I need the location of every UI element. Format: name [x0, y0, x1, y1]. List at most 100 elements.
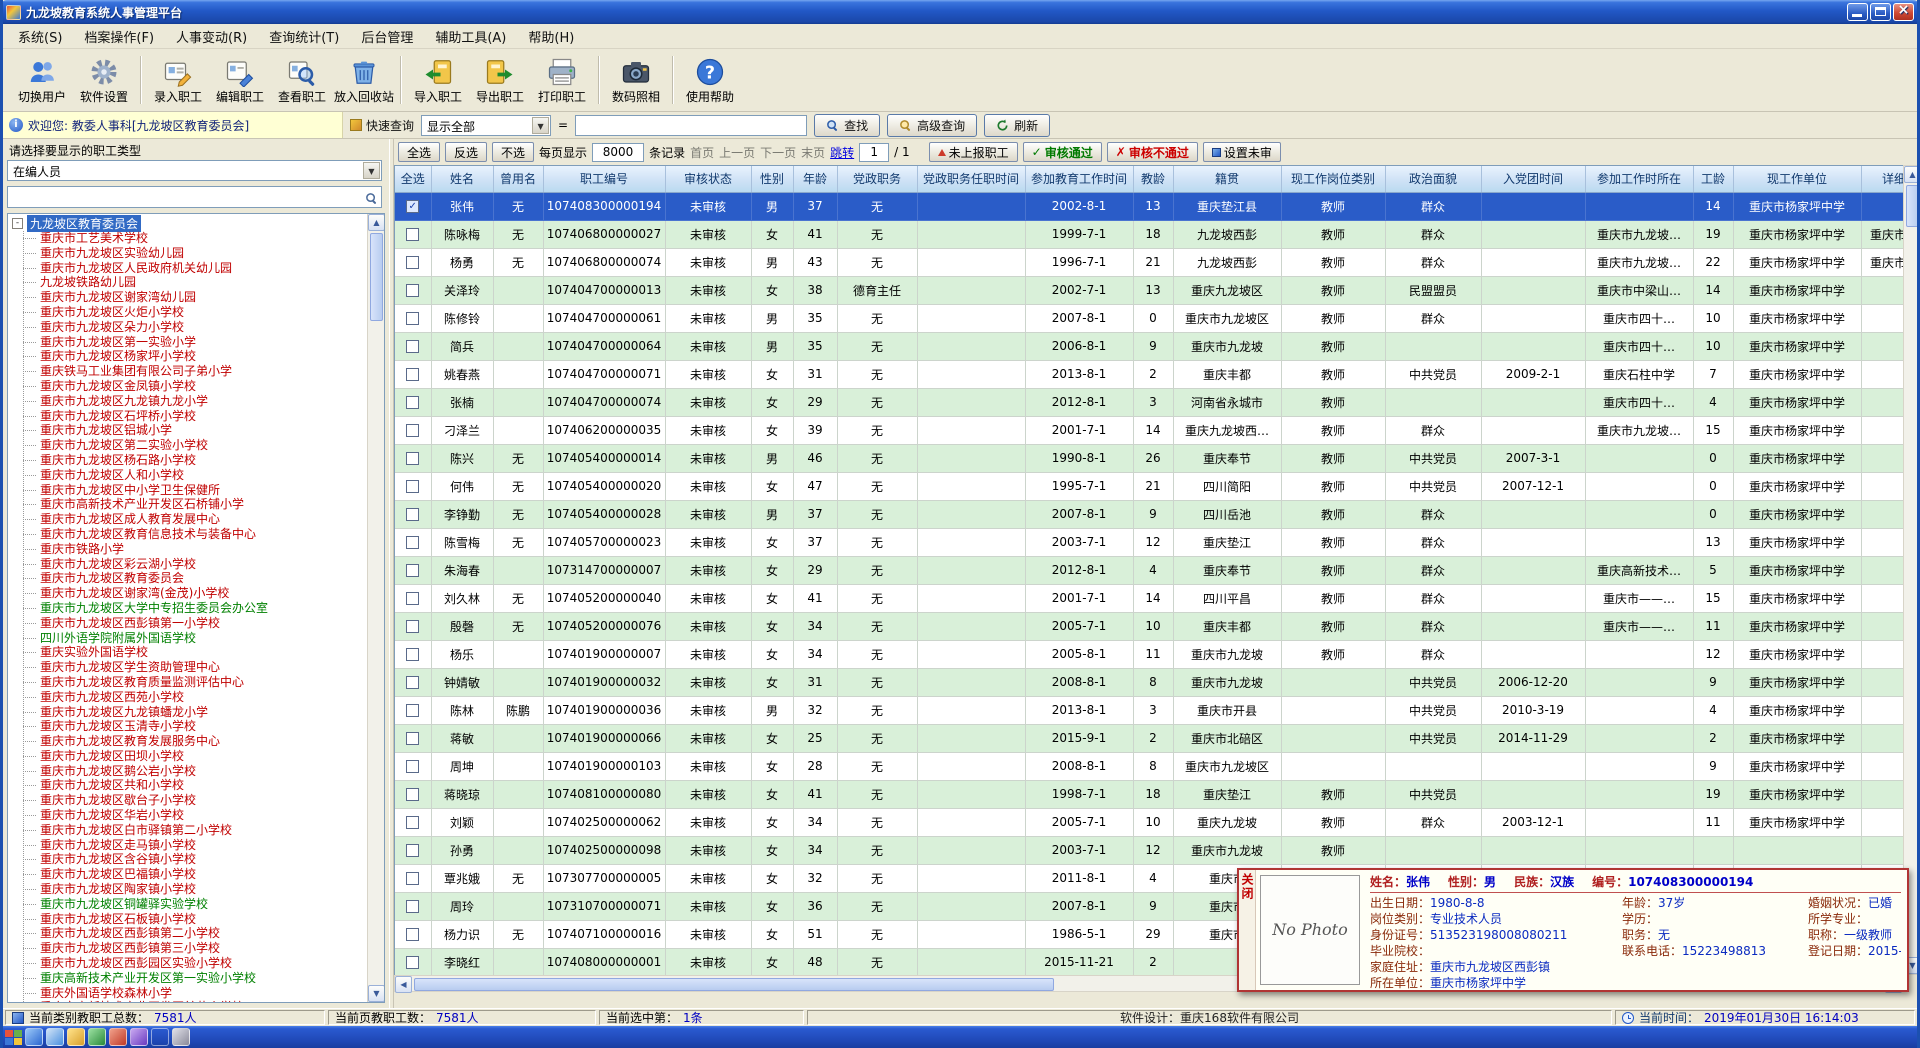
row-checkbox[interactable] [406, 340, 419, 353]
table-vertical-scrollbar[interactable]: ▲ ▼ [1903, 165, 1920, 975]
minimize-button[interactable] [1847, 3, 1868, 21]
media-player-icon[interactable] [88, 1028, 106, 1046]
menu-item-2[interactable]: 档案操作(F) [73, 24, 165, 49]
row-checkbox[interactable] [406, 564, 419, 577]
tree-item[interactable]: 重庆市九龙坡区彩云湖小学校 [10, 557, 367, 572]
table-row[interactable]: 杨勇无107406800000074未审核男43无1996-7-121九龙坡西彭… [395, 248, 1903, 276]
tree-item[interactable]: 重庆市工艺美术学校 [10, 231, 367, 246]
mail-icon[interactable] [46, 1028, 64, 1046]
table-row[interactable]: 简兵107404700000064未审核男35无2006-8-19重庆市九龙坡教… [395, 332, 1903, 360]
row-checkbox[interactable] [406, 452, 419, 465]
toolbar-button-switch-user[interactable]: 切换用户 [11, 55, 73, 105]
column-header[interactable]: 姓名 [431, 166, 493, 192]
tree-item[interactable]: 重庆市九龙坡区谢家湾(金茂)小学校 [10, 586, 367, 601]
tree-item[interactable]: 重庆市九龙坡区西彭镇第一小学校 [10, 616, 367, 631]
table-row[interactable]: 刁泽兰107406200000035未审核女39无2001-7-114重庆九龙坡… [395, 416, 1903, 444]
column-header[interactable]: 籍贯 [1173, 166, 1281, 192]
tree-item[interactable]: 重庆市九龙坡区铝城小学 [10, 423, 367, 438]
table-row[interactable]: 陈林陈鹏107401900000036未审核男32无2013-8-13重庆市开县… [395, 696, 1903, 724]
menu-item-5[interactable]: 后台管理 [350, 24, 424, 49]
column-header[interactable]: 曾用名 [493, 166, 543, 192]
tree-item[interactable]: 重庆市九龙坡区教育信息技术与装备中心 [10, 527, 367, 542]
collapse-icon[interactable]: - [12, 218, 23, 229]
tree-item[interactable]: 重庆铁马工业集团有限公司子弟小学 [10, 364, 367, 379]
column-header[interactable]: 详细单位 [1861, 166, 1903, 192]
tree-item[interactable]: 重庆市铁路小学 [10, 542, 367, 557]
column-header[interactable]: 全选 [395, 166, 431, 192]
tree-item[interactable]: 重庆市九龙坡区朵力小学校 [10, 320, 367, 335]
row-checkbox[interactable] [406, 256, 419, 269]
table-row[interactable]: 朱海春107314700000007未审核女29无2012-8-14重庆奉节教师… [395, 556, 1903, 584]
tree-item[interactable]: 重庆市九龙坡区华岩小学校 [10, 808, 367, 823]
messenger-icon[interactable] [109, 1028, 127, 1046]
table-row[interactable]: 殷磬无107405200000076未审核女34无2005-7-110重庆丰都教… [395, 612, 1903, 640]
tree-item[interactable]: 重庆市九龙坡区巴福镇小学校 [10, 867, 367, 882]
tree-item[interactable]: 重庆市九龙坡区白市驿镇第二小学校 [10, 823, 367, 838]
ie-browser-icon[interactable] [25, 1028, 43, 1046]
tree-item[interactable]: 重庆市九龙坡区歇台子小学校 [10, 793, 367, 808]
tree-item[interactable]: 重庆市九龙坡区含谷镇小学校 [10, 852, 367, 867]
column-header[interactable]: 现工作单位 [1733, 166, 1861, 192]
row-checkbox[interactable] [406, 368, 419, 381]
tree-item[interactable]: 重庆市九龙坡区第二实验小学校 [10, 438, 367, 453]
table-row[interactable]: 李铮勤无107405400000028未审核男37无2007-8-19四川岳池教… [395, 500, 1903, 528]
row-checkbox[interactable] [406, 648, 419, 661]
row-checkbox[interactable] [406, 928, 419, 941]
tree-root-label[interactable]: 九龙坡区教育委员会 [27, 215, 141, 232]
tools-icon[interactable] [151, 1028, 169, 1046]
row-checkbox[interactable] [406, 424, 419, 437]
scroll-up-icon[interactable]: ▲ [368, 214, 385, 231]
row-checkbox[interactable] [406, 900, 419, 913]
column-header[interactable]: 参加教育工作时间 [1025, 166, 1133, 192]
chevron-down-icon[interactable]: ▼ [363, 162, 380, 179]
tree-search-input[interactable] [10, 189, 360, 205]
reject-button[interactable]: ✗审核不通过 [1107, 142, 1198, 162]
tree-item[interactable]: 重庆市九龙坡区第一实验小学 [10, 335, 367, 350]
scroll-down-icon[interactable]: ▼ [368, 985, 385, 1002]
row-checkbox[interactable] [406, 228, 419, 241]
table-row[interactable]: 刘久林无107405200000040未审核女41无2001-7-114四川平昌… [395, 584, 1903, 612]
column-header[interactable]: 年龄 [793, 166, 837, 192]
row-checkbox[interactable] [406, 956, 419, 969]
column-header[interactable]: 审核状态 [665, 166, 751, 192]
last-page-link[interactable]: 末页 [801, 144, 825, 161]
security-icon[interactable] [130, 1028, 148, 1046]
toolbar-button-settings[interactable]: 软件设置 [73, 55, 135, 105]
row-checkbox[interactable] [406, 480, 419, 493]
table-row[interactable]: ✓张伟无107408300000194未审核男37无2002-8-113重庆垫江… [395, 192, 1903, 220]
table-row[interactable]: 陈兴无107405400000014未审核男46无1990-8-126重庆奉节教… [395, 444, 1903, 472]
tree-item[interactable]: 重庆市九龙坡区教育质量监测评估中心 [10, 675, 367, 690]
tree-item[interactable]: 重庆市九龙坡区人和小学校 [10, 468, 367, 483]
row-checkbox[interactable] [406, 788, 419, 801]
tree-item[interactable]: 重庆市九龙坡区教育发展服务中心 [10, 734, 367, 749]
tree-item[interactable]: 重庆市九龙坡区教育委员会 [10, 571, 367, 586]
row-checkbox[interactable] [406, 592, 419, 605]
row-checkbox[interactable] [406, 872, 419, 885]
column-header[interactable]: 职工编号 [543, 166, 665, 192]
toolbar-button-help[interactable]: ?使用帮助 [679, 55, 741, 105]
menu-item-6[interactable]: 辅助工具(A) [424, 24, 517, 49]
advanced-query-button[interactable]: 高级查询 [887, 114, 977, 137]
prev-page-link[interactable]: 上一页 [719, 144, 755, 161]
tree-item[interactable]: 重庆市九龙坡区西苑小学校 [10, 690, 367, 705]
row-checkbox[interactable] [406, 676, 419, 689]
menu-item-3[interactable]: 人事变动(R) [165, 24, 258, 49]
table-row[interactable]: 孙勇107402500000098未审核女34无2003-7-112重庆市九龙坡… [395, 836, 1903, 864]
tree-item[interactable]: 重庆外国语学校森林小学 [10, 986, 367, 1001]
column-header[interactable]: 现工作岗位类别 [1281, 166, 1385, 192]
tree-item[interactable]: 重庆市九龙坡区人民政府机关幼儿园 [10, 261, 367, 276]
close-button[interactable] [1893, 3, 1914, 21]
table-vscroll-thumb[interactable] [1906, 185, 1919, 227]
row-checkbox[interactable] [406, 760, 419, 773]
tree-item[interactable]: 重庆市九龙坡区杨石路小学校 [10, 453, 367, 468]
menu-item-1[interactable]: 系统(S) [7, 24, 73, 49]
next-page-link[interactable]: 下一页 [760, 144, 796, 161]
table-row[interactable]: 刘颖107402500000062未审核女34无2005-7-110重庆九龙坡教… [395, 808, 1903, 836]
tree-item[interactable]: 重庆实验外国语学校 [10, 645, 367, 660]
tree-item[interactable]: 重庆市九龙坡区成人教育发展中心 [10, 512, 367, 527]
tree-item[interactable]: 重庆市高新技术产业开发区兰花小学校 [10, 1000, 367, 1002]
row-checkbox[interactable] [406, 508, 419, 521]
toolbar-button-add-employee[interactable]: 录入职工 [147, 55, 209, 105]
tree-item[interactable]: 重庆市九龙坡区九龙镇蟠龙小学 [10, 705, 367, 720]
page-number-input[interactable] [859, 143, 889, 162]
